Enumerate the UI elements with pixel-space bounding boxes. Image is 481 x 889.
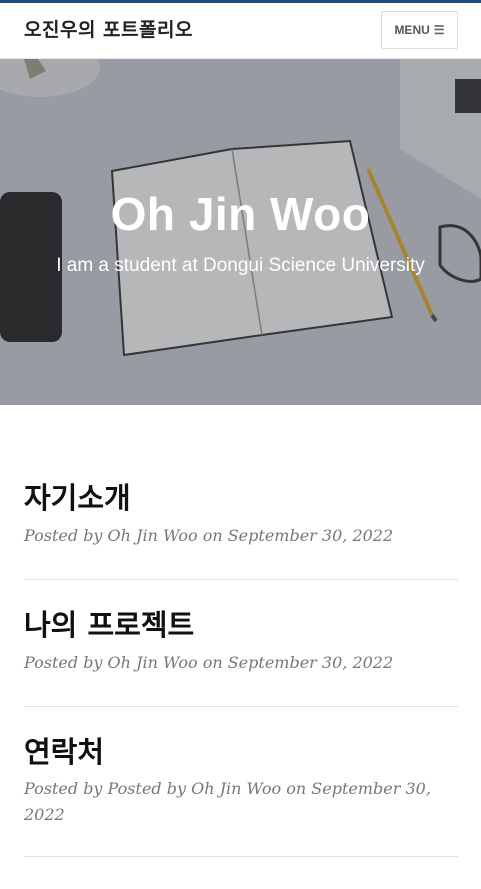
post-title[interactable]: 연락처 [24,735,458,770]
post-item: 연락처 Posted by Posted by Oh Jin Woo on Se… [24,707,458,858]
hero-subtitle: I am a student at Dongui Science Univers… [56,255,425,276]
post-item: 자기소개 Posted by Oh Jin Woo on September 3… [24,405,458,580]
site-brand[interactable]: 오진우의 포트폴리오 [24,15,193,42]
post-meta: Posted by Oh Jin Woo on September 30, 20… [24,652,394,672]
menu-button[interactable]: MENU ☰ [381,11,458,49]
hero-header: Oh Jin Woo I am a student at Dongui Scie… [0,59,481,405]
menu-label: MENU [394,23,430,37]
hamburger-icon: ☰ [433,23,445,37]
post-meta: Posted by Oh Jin Woo on September 30, 20… [24,525,394,545]
hero-title: Oh Jin Woo [110,188,371,240]
post-item: 나의 프로젝트 Posted by Oh Jin Woo on Septembe… [24,580,458,707]
navbar: 오진우의 포트폴리오 MENU ☰ [0,3,481,59]
post-title[interactable]: 나의 프로젝트 [24,608,458,643]
post-meta: Posted by Posted by Oh Jin Woo on Septem… [24,779,431,825]
post-title[interactable]: 자기소개 [24,481,458,516]
post-list: 자기소개 Posted by Oh Jin Woo on September 3… [24,405,458,858]
